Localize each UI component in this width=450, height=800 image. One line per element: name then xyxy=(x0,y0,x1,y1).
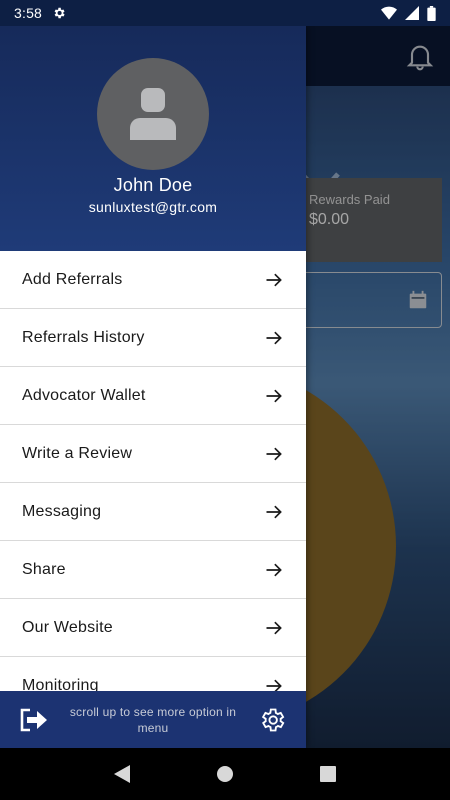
battery-icon xyxy=(427,5,436,21)
logout-icon xyxy=(20,708,47,731)
menu-item-add-referrals[interactable]: Add Referrals xyxy=(0,251,306,309)
status-time: 3:58 xyxy=(14,5,43,21)
home-button[interactable] xyxy=(211,760,239,788)
menu-item-label: Add Referrals xyxy=(22,270,123,288)
drawer-header: John Doe sunluxtest@gtr.com xyxy=(0,26,306,251)
menu-item-messaging[interactable]: Messaging xyxy=(0,483,306,541)
logout-button[interactable] xyxy=(18,704,50,736)
menu-item-referrals-history[interactable]: Referrals History xyxy=(0,309,306,367)
back-triangle-icon xyxy=(113,765,130,783)
avatar[interactable] xyxy=(97,58,209,170)
signal-icon xyxy=(405,6,419,20)
menu-item-label: Advocator Wallet xyxy=(22,386,146,404)
menu-item-label: Share xyxy=(22,560,66,578)
navigation-drawer: John Doe sunluxtest@gtr.com Add Referral… xyxy=(0,26,306,748)
menu-item-label: Referrals History xyxy=(22,328,145,346)
arrow-right-icon xyxy=(266,389,282,402)
scroll-hint: scroll up to see more option in menu xyxy=(69,704,237,735)
arrow-right-icon xyxy=(266,331,282,344)
home-circle-icon xyxy=(216,766,233,782)
settings-icon xyxy=(261,708,285,731)
arrow-right-icon xyxy=(266,621,282,634)
drawer-footer: scroll up to see more option in menu xyxy=(0,691,306,748)
menu-item-label: Write a Review xyxy=(22,444,133,462)
user-name: John Doe xyxy=(113,175,193,195)
user-email: sunluxtest@gtr.com xyxy=(88,199,218,215)
gear-icon xyxy=(54,7,65,19)
menu-item-our-website[interactable]: Our Website xyxy=(0,599,306,657)
menu-item-write-review[interactable]: Write a Review xyxy=(0,425,306,483)
settings-button[interactable] xyxy=(256,704,288,736)
user-icon xyxy=(130,88,176,140)
status-bar: 3:58 xyxy=(0,0,450,26)
recents-button[interactable] xyxy=(314,760,342,788)
recents-square-icon xyxy=(320,766,337,782)
drawer-menu: Add Referrals Referrals History Advocato… xyxy=(0,251,306,715)
menu-item-advocator-wallet[interactable]: Advocator Wallet xyxy=(0,367,306,425)
arrow-right-icon xyxy=(266,447,282,460)
menu-item-label: Our Website xyxy=(22,618,113,636)
arrow-right-icon xyxy=(266,273,282,286)
menu-item-share[interactable]: Share xyxy=(0,541,306,599)
wifi-icon xyxy=(381,6,397,20)
menu-item-label: Messaging xyxy=(22,502,102,520)
back-button[interactable] xyxy=(108,760,136,788)
arrow-right-icon xyxy=(266,563,282,576)
arrow-right-icon xyxy=(266,505,282,518)
system-nav-bar xyxy=(0,748,450,800)
